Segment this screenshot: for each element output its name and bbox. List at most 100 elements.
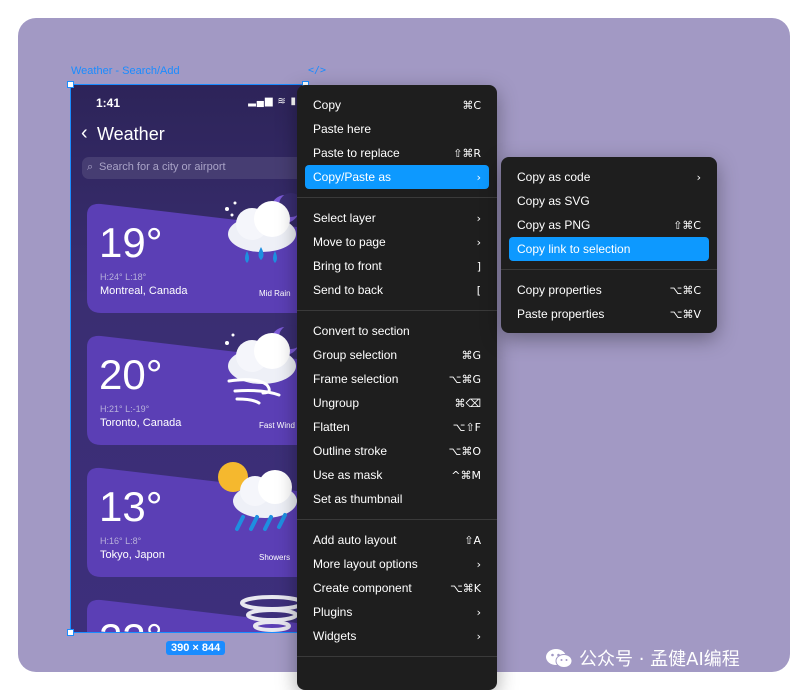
chevron-right-icon: › <box>476 211 481 225</box>
menu-item-shortcut: ⌥⌘G <box>448 372 481 386</box>
menu-item-label: Copy <box>313 98 342 112</box>
menu-item-set-as-thumbnail[interactable]: Set as thumbnail <box>305 487 489 511</box>
menu-separator <box>297 197 497 198</box>
frame-name-label[interactable]: Weather - Search/Add <box>71 65 180 77</box>
menu-item-shortcut: ⌥⌘O <box>448 444 481 458</box>
menu-item-move-to-page[interactable]: Move to page › <box>305 230 489 254</box>
back-chevron-icon[interactable]: ‹ <box>81 122 88 145</box>
menu-item-label: Copy as PNG <box>517 218 591 232</box>
menu-item-label: Use as mask <box>313 468 383 482</box>
weather-frame[interactable]: 1:41 ▂▄▆ ≋ ▮ ‹ Weather ( ⌕ Search for a … <box>71 85 305 632</box>
menu-item-shortcut: ⌘G <box>461 348 481 362</box>
menu-item-outline-stroke[interactable]: Outline stroke ⌥⌘O <box>305 439 489 463</box>
card-temperature: 13° <box>99 483 163 530</box>
menu-item-use-as-mask[interactable]: Use as mask ^⌘M <box>305 463 489 487</box>
menu-item-copy-as-svg[interactable]: Copy as SVG <box>509 189 709 213</box>
menu-item-more-layout-options[interactable]: More layout options › <box>305 552 489 576</box>
menu-item-group-selection[interactable]: Group selection ⌘G <box>305 343 489 367</box>
weather-card[interactable]: 23° <box>87 593 305 632</box>
menu-item-shortcut: [ <box>476 283 481 297</box>
wechat-icon <box>546 649 573 668</box>
card-city: Toronto, Canada <box>100 417 182 429</box>
menu-item-convert-to-section[interactable]: Convert to section <box>305 319 489 343</box>
menu-item-widgets[interactable]: Widgets › <box>305 624 489 648</box>
menu-item-copy-link-to-selection[interactable]: Copy link to selection <box>509 237 709 261</box>
menu-item-copy[interactable]: Copy ⌘C <box>305 93 489 117</box>
watermark: 公众号 · 孟健AI编程 <box>545 645 740 671</box>
menu-item-label: Paste here <box>313 122 372 136</box>
menu-separator <box>297 656 497 657</box>
search-input[interactable]: ⌕ Search for a city or airport <box>82 157 305 179</box>
menu-item-label: Ungroup <box>313 396 360 410</box>
cloud-moon-rain-icon <box>225 193 303 263</box>
chevron-right-icon: › <box>476 605 481 619</box>
menu-item-label: Copy as code <box>517 170 591 184</box>
card-high-low: H:16° L:8° <box>100 536 142 546</box>
menu-item-label: Select layer <box>313 211 376 225</box>
card-temperature: 19° <box>99 219 163 266</box>
menu-separator <box>501 269 717 270</box>
resize-handle-bl[interactable] <box>67 629 74 636</box>
menu-item-label: Frame selection <box>313 372 399 386</box>
tornado-icon <box>240 595 304 632</box>
menu-item-select-layer[interactable]: Select layer › <box>305 206 489 230</box>
menu-item-add-auto-layout[interactable]: Add auto layout ⇧A <box>305 528 489 552</box>
chevron-right-icon: › <box>476 235 481 249</box>
card-temperature: 23° <box>99 615 163 632</box>
card-city: Tokyo, Japon <box>100 549 165 561</box>
menu-item-label: Copy as SVG <box>517 194 590 208</box>
chevron-right-icon: › <box>476 629 481 643</box>
watermark-text: 公众号 · 孟健AI编程 <box>579 649 740 670</box>
code-view-icon[interactable]: </> <box>308 65 326 76</box>
menu-separator <box>297 519 497 520</box>
menu-item-flatten[interactable]: Flatten ⌥⇧F <box>305 415 489 439</box>
menu-item-copy-as-png[interactable]: Copy as PNG ⇧⌘C <box>509 213 709 237</box>
card-high-low: H:21° L:-19° <box>100 404 150 414</box>
menu-item-ungroup[interactable]: Ungroup ⌘⌫ <box>305 391 489 415</box>
menu-item-create-component[interactable]: Create component ⌥⌘K <box>305 576 489 600</box>
menu-item-shortcut: ⌘C <box>462 98 481 112</box>
menu-item-label: More layout options <box>313 557 418 571</box>
menu-item-label: Set as thumbnail <box>313 492 403 506</box>
menu-item-shortcut: ] <box>476 259 481 273</box>
menu-item-label: Copy properties <box>517 283 602 297</box>
chevron-right-icon: › <box>476 170 481 184</box>
weather-card[interactable]: 19° H:24° L:18° Montreal, Canada Mid Rai… <box>87 193 305 313</box>
search-icon: ⌕ <box>87 161 94 173</box>
menu-item-paste-to-replace[interactable]: Paste to replace ⇧⌘R <box>305 141 489 165</box>
menu-item-label: Copy link to selection <box>517 242 631 256</box>
menu-item-shortcut: ⇧⌘C <box>673 218 701 232</box>
menu-item-copy-paste-as[interactable]: Copy/Paste as › <box>305 165 489 189</box>
menu-item-shortcut: ^⌘M <box>451 468 481 482</box>
menu-item-plugins[interactable]: Plugins › <box>305 600 489 624</box>
card-condition: Fast Wind <box>259 421 296 430</box>
weather-card[interactable]: 13° H:16° L:8° Tokyo, Japon Showers <box>87 461 305 577</box>
weather-card[interactable]: 20° H:21° L:-19° Toronto, Canada Fast Wi… <box>87 325 305 445</box>
menu-item-paste-properties[interactable]: Paste properties ⌥⌘V <box>509 302 709 326</box>
search-placeholder: Search for a city or airport <box>99 161 226 173</box>
menu-item-frame-selection[interactable]: Frame selection ⌥⌘G <box>305 367 489 391</box>
page-title: Weather <box>97 124 165 144</box>
status-time: 1:41 <box>96 96 121 110</box>
card-condition: Showers <box>259 553 291 562</box>
menu-item-shortcut: ⇧A <box>464 533 481 547</box>
card-condition: Mid Rain <box>259 289 291 298</box>
cloud-sun-rain-icon <box>218 462 297 531</box>
menu-item-shortcut: ⌥⌘K <box>450 581 481 595</box>
menu-item-label: Send to back <box>313 283 384 297</box>
menu-item-label: Add auto layout <box>313 533 397 547</box>
menu-item-shortcut: ⇧⌘R <box>453 146 481 160</box>
resize-handle-tl[interactable] <box>67 81 74 88</box>
menu-item-copy-properties[interactable]: Copy properties ⌥⌘C <box>509 278 709 302</box>
menu-item-shortcut: ⌥⌘C <box>669 283 701 297</box>
menu-item-label: Paste to replace <box>313 146 400 160</box>
chevron-right-icon: › <box>476 557 481 571</box>
menu-item-label: Convert to section <box>313 324 410 338</box>
menu-item-label: Bring to front <box>313 259 382 273</box>
cloud-moon-wind-icon <box>225 325 303 405</box>
menu-item-paste-here[interactable]: Paste here <box>305 117 489 141</box>
menu-item-send-to-back[interactable]: Send to back [ <box>305 278 489 302</box>
menu-item-label: Paste properties <box>517 307 605 321</box>
menu-item-copy-as-code[interactable]: Copy as code › <box>509 165 709 189</box>
menu-item-bring-to-front[interactable]: Bring to front] <box>305 254 489 278</box>
